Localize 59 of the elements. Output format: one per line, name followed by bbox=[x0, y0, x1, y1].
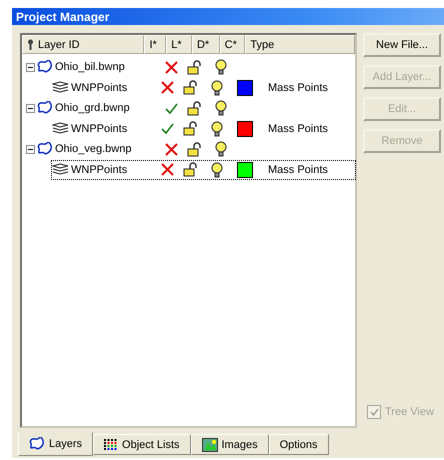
cross-icon bbox=[160, 163, 174, 176]
padlock-icon bbox=[187, 142, 203, 157]
tree-row[interactable]: Ohio_veg.bwnp bbox=[22, 139, 355, 160]
dot-grid-icon bbox=[104, 438, 118, 450]
key-icon bbox=[27, 38, 34, 50]
layer-name: WNPPoints bbox=[71, 82, 128, 94]
collapse-toggle-icon[interactable] bbox=[26, 144, 35, 154]
cross-icon bbox=[160, 81, 174, 94]
layer-name: WNPPoints bbox=[71, 164, 128, 176]
padlock-icon bbox=[183, 162, 199, 178]
padlock-icon bbox=[187, 100, 203, 116]
lightbulb-icon bbox=[215, 59, 227, 76]
column-header[interactable]: Type bbox=[245, 35, 355, 54]
column-header[interactable]: Layer ID bbox=[22, 35, 144, 54]
layer-type: Mass Points bbox=[268, 164, 328, 176]
tab[interactable]: Images bbox=[190, 434, 269, 455]
column-header[interactable]: I* bbox=[144, 35, 166, 54]
color-swatch[interactable] bbox=[237, 80, 253, 96]
cross-icon bbox=[164, 142, 178, 156]
check-icon bbox=[164, 102, 178, 115]
layer-type: Mass Points bbox=[268, 82, 328, 94]
column-header[interactable]: C* bbox=[220, 35, 246, 54]
tree-row[interactable]: WNPPoints Mass Points bbox=[22, 78, 355, 98]
layer-name: Ohio_veg.bwnp bbox=[55, 143, 132, 156]
collapse-toggle-icon[interactable] bbox=[26, 104, 35, 113]
tree-row[interactable]: Ohio_bil.bwnp bbox=[22, 57, 355, 78]
tree-row[interactable]: WNPPoints Mass Points bbox=[22, 160, 355, 180]
tab[interactable]: Layers bbox=[18, 432, 94, 456]
check-icon bbox=[160, 122, 174, 136]
checkbox-label: Tree View bbox=[385, 406, 434, 418]
layer-name: WNPPoints bbox=[71, 122, 128, 135]
color-swatch[interactable] bbox=[237, 120, 253, 137]
blob-icon bbox=[29, 437, 45, 451]
lightbulb-icon bbox=[211, 120, 223, 137]
layer-type: Mass Points bbox=[268, 122, 328, 135]
dialog-button[interactable]: New File... bbox=[363, 33, 441, 57]
tab[interactable]: Object Lists bbox=[93, 434, 190, 455]
lightbulb-icon bbox=[215, 100, 227, 116]
padlock-icon bbox=[183, 121, 199, 136]
layer-name: Ohio_grd.bwnp bbox=[55, 102, 130, 114]
layers-stack-icon bbox=[52, 163, 69, 176]
column-header[interactable]: D* bbox=[192, 35, 220, 54]
window-title: Project Manager bbox=[12, 8, 444, 25]
layers-stack-icon bbox=[52, 81, 69, 94]
padlock-icon bbox=[187, 60, 203, 75]
column-header[interactable]: L* bbox=[166, 35, 192, 54]
layer-name: Ohio_bil.bwnp bbox=[55, 61, 125, 74]
lightbulb-icon bbox=[215, 141, 227, 158]
tab[interactable]: Options bbox=[268, 434, 328, 455]
layers-stack-icon bbox=[52, 122, 69, 136]
color-swatch[interactable] bbox=[237, 162, 253, 178]
image-icon bbox=[202, 438, 218, 452]
collapse-toggle-icon[interactable] bbox=[26, 62, 35, 72]
cross-icon bbox=[164, 60, 178, 74]
lightbulb-icon bbox=[211, 80, 223, 96]
tree-row[interactable]: WNPPoints Mass Points bbox=[22, 118, 355, 139]
tree-row[interactable]: Ohio_grd.bwnp bbox=[22, 98, 355, 118]
lightbulb-icon bbox=[211, 162, 223, 178]
padlock-icon bbox=[183, 80, 199, 96]
